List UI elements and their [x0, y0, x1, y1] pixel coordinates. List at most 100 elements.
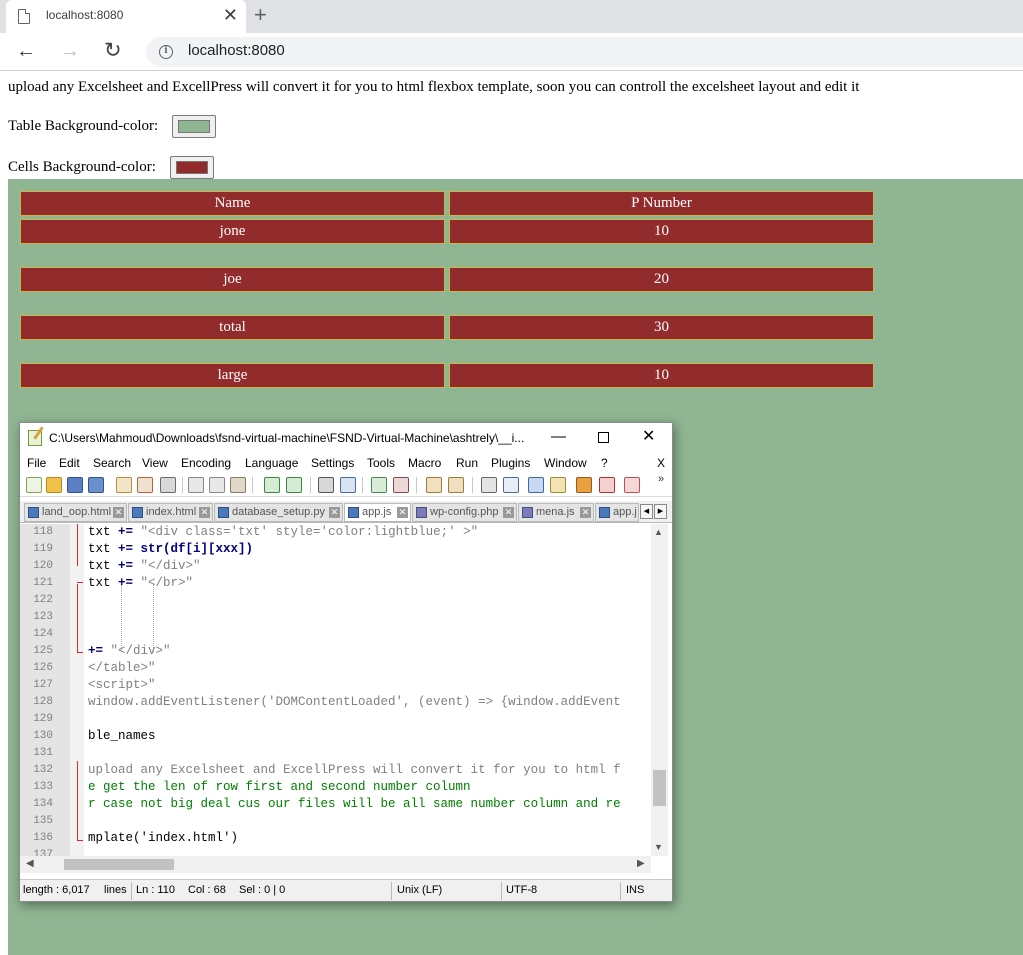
- scroll-right-icon[interactable]: ▶: [637, 858, 645, 869]
- menu-help[interactable]: ?: [601, 456, 608, 470]
- vertical-scrollbar[interactable]: ▲ ▼: [651, 524, 668, 856]
- print-icon[interactable]: [160, 477, 176, 493]
- horizontal-scrollbar[interactable]: ◀ ▶: [20, 856, 651, 873]
- status-separator: [131, 882, 132, 900]
- table-bg-label: Table Background-color:: [8, 118, 159, 134]
- status-separator: [620, 882, 621, 900]
- minimize-icon[interactable]: —: [551, 428, 566, 446]
- close-all-icon[interactable]: [137, 477, 153, 493]
- menu-tools[interactable]: Tools: [367, 456, 395, 470]
- sync-vertical-icon[interactable]: [426, 477, 442, 493]
- menu-run[interactable]: Run: [456, 456, 478, 470]
- close-document-icon[interactable]: X: [657, 456, 665, 470]
- open-file-icon[interactable]: [46, 477, 62, 493]
- new-tab-icon[interactable]: +: [254, 3, 267, 27]
- notepadpp-window[interactable]: C:\Users\Mahmoud\Downloads\fsnd-virtual-…: [19, 422, 673, 902]
- doc-map-icon[interactable]: [576, 477, 592, 493]
- file-icon: [416, 507, 427, 518]
- window-titlebar[interactable]: C:\Users\Mahmoud\Downloads\fsnd-virtual-…: [20, 423, 672, 453]
- toolbar: »: [20, 473, 672, 497]
- cut-icon[interactable]: [188, 477, 204, 493]
- line-number: 126: [33, 662, 53, 674]
- line-number: 132: [33, 764, 53, 776]
- vertical-scroll-thumb[interactable]: [653, 770, 666, 806]
- close-tab-icon[interactable]: ✕: [329, 507, 340, 518]
- close-tab-icon[interactable]: ✕: [503, 507, 514, 518]
- tab-scroll-right-icon[interactable]: ▶: [654, 504, 667, 519]
- close-tab-icon[interactable]: ✕: [397, 507, 408, 518]
- menu-edit[interactable]: Edit: [59, 456, 80, 470]
- doc-tab[interactable]: land_oop.html ✕: [24, 503, 127, 522]
- menu-view[interactable]: View: [142, 456, 168, 470]
- new-file-icon[interactable]: [26, 477, 42, 493]
- menu-bar: File Edit Search View Encoding Language …: [20, 453, 672, 473]
- toolbar-separator: [310, 477, 311, 493]
- address-url[interactable]: localhost:8080: [188, 42, 285, 59]
- menu-search[interactable]: Search: [93, 456, 131, 470]
- indent-guide-icon[interactable]: [528, 477, 544, 493]
- toolbar-overflow-icon[interactable]: »: [658, 473, 664, 485]
- replace-icon[interactable]: [340, 477, 356, 493]
- save-icon[interactable]: [67, 477, 83, 493]
- doc-tab[interactable]: mena.js ✕: [518, 503, 594, 522]
- menu-language[interactable]: Language: [245, 456, 298, 470]
- line-number: 133: [33, 781, 53, 793]
- forward-arrow-icon[interactable]: →: [60, 39, 80, 63]
- table-cell: 30: [449, 315, 874, 340]
- menu-encoding[interactable]: Encoding: [181, 456, 231, 470]
- zoom-out-icon[interactable]: [393, 477, 409, 493]
- function-list-icon[interactable]: [599, 477, 615, 493]
- word-wrap-icon[interactable]: [481, 477, 497, 493]
- copy-icon[interactable]: [209, 477, 225, 493]
- sync-horizontal-icon[interactable]: [448, 477, 464, 493]
- menu-plugins[interactable]: Plugins: [491, 456, 530, 470]
- close-tab-icon[interactable]: ✕: [580, 507, 591, 518]
- cells-bg-color-input[interactable]: [170, 156, 214, 179]
- doc-tab[interactable]: app.j: [595, 503, 639, 522]
- show-all-chars-icon[interactable]: [503, 477, 519, 493]
- undo-icon[interactable]: [264, 477, 280, 493]
- tab-scroll-left-icon[interactable]: ◀: [640, 504, 653, 519]
- table-cell: 10: [449, 219, 874, 244]
- line-number: 125: [33, 645, 53, 657]
- horizontal-scroll-thumb[interactable]: [64, 859, 174, 870]
- scroll-left-icon[interactable]: ◀: [26, 858, 34, 869]
- table-cell: jone: [20, 219, 445, 244]
- status-length: length : 6,017: [23, 884, 90, 896]
- close-tab-icon[interactable]: ✕: [223, 5, 238, 25]
- menu-settings[interactable]: Settings: [311, 456, 354, 470]
- udl-icon[interactable]: [550, 477, 566, 493]
- status-encoding: UTF-8: [506, 884, 538, 896]
- doc-tab[interactable]: database_setup.py ✕: [214, 503, 343, 522]
- save-all-icon[interactable]: [88, 477, 104, 493]
- menu-file[interactable]: File: [27, 456, 46, 470]
- code-line: <script>": [88, 678, 156, 692]
- address-bar[interactable]: i localhost:8080: [146, 37, 1023, 67]
- redo-icon[interactable]: [286, 477, 302, 493]
- line-number: 123: [33, 611, 53, 623]
- maximize-icon[interactable]: [598, 432, 609, 443]
- doc-tab-active[interactable]: app.js ✕: [344, 503, 411, 522]
- close-tab-icon[interactable]: ✕: [113, 507, 124, 518]
- doc-tab[interactable]: index.html ✕: [128, 503, 213, 522]
- line-number: 120: [33, 560, 53, 572]
- code-editor[interactable]: 118 119 120 121 122 123 124 125 126 127 …: [20, 524, 672, 856]
- doc-tab[interactable]: wp-config.php ✕: [412, 503, 517, 522]
- menu-macro[interactable]: Macro: [408, 456, 441, 470]
- close-icon[interactable]: [116, 477, 132, 493]
- close-tab-icon[interactable]: ✕: [199, 507, 210, 518]
- menu-window[interactable]: Window: [544, 456, 587, 470]
- window-close-icon[interactable]: ✕: [642, 428, 655, 446]
- reload-icon[interactable]: ↻: [104, 39, 122, 63]
- folder-workspace-icon[interactable]: [624, 477, 640, 493]
- info-icon[interactable]: i: [159, 45, 173, 59]
- scroll-down-icon[interactable]: ▼: [654, 842, 663, 852]
- zoom-in-icon[interactable]: [371, 477, 387, 493]
- browser-tab[interactable]: localhost:8080 ✕: [6, 0, 246, 33]
- file-icon: [218, 507, 229, 518]
- scroll-up-icon[interactable]: ▲: [654, 527, 663, 537]
- paste-icon[interactable]: [230, 477, 246, 493]
- back-arrow-icon[interactable]: ←: [16, 39, 36, 63]
- table-bg-color-input[interactable]: [172, 115, 216, 138]
- find-icon[interactable]: [318, 477, 334, 493]
